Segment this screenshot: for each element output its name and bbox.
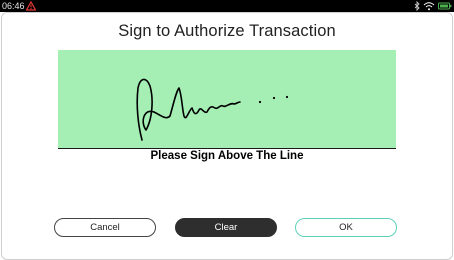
wifi-icon xyxy=(423,2,435,11)
warning-icon xyxy=(25,0,37,11)
status-time: 06:46 xyxy=(2,1,25,11)
bluetooth-icon xyxy=(414,1,420,11)
signature-line xyxy=(58,148,396,149)
ok-button[interactable]: OK xyxy=(295,218,397,237)
status-icons xyxy=(414,1,452,11)
clear-button[interactable]: Clear xyxy=(175,218,277,237)
page-title: Sign to Authorize Transaction xyxy=(118,22,336,40)
signature-strokes xyxy=(136,78,289,141)
battery-icon xyxy=(438,2,452,10)
cancel-button[interactable]: Cancel xyxy=(54,218,156,237)
sign-instruction: Please Sign Above The Line xyxy=(150,150,304,162)
signature-pad[interactable] xyxy=(58,50,396,148)
status-bar: 06:46 xyxy=(0,0,454,12)
